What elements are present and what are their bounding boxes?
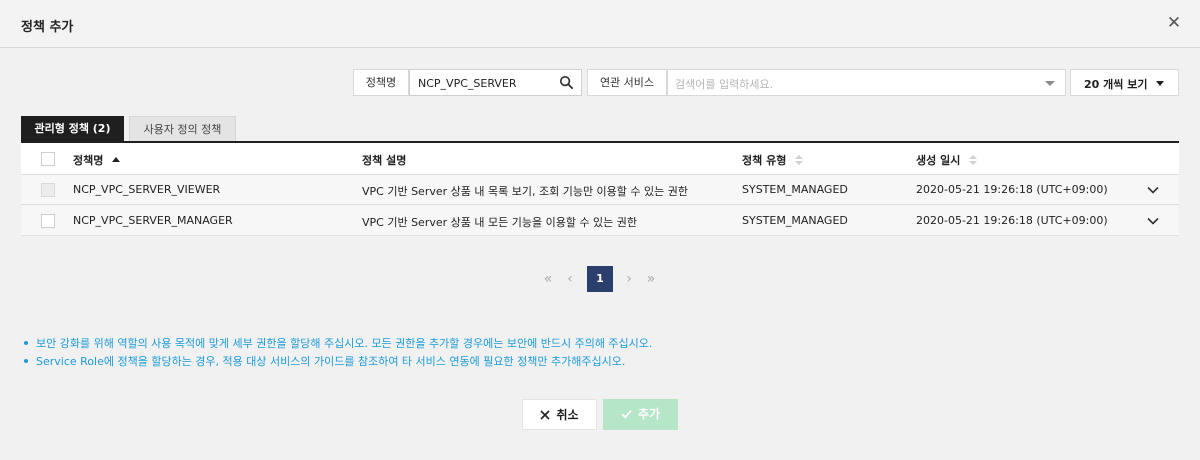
dialog-title: 정책 추가 (21, 20, 74, 35)
policy-type: SYSTEM_MANAGED (742, 214, 848, 227)
page-size-select[interactable]: 20 개씩 보기 (1070, 69, 1179, 96)
add-button[interactable]: 추가 (603, 399, 678, 430)
policy-description: VPC 기반 Server 상품 내 모든 기능을 이용할 수 있는 권한 (362, 216, 638, 229)
bullet-icon (24, 341, 28, 345)
sort-icon (795, 155, 804, 165)
sort-asc-icon (112, 157, 121, 162)
close-icon (540, 410, 551, 420)
policy-name: NCP_VPC_SERVER_VIEWER (73, 183, 221, 196)
current-page-button[interactable]: 1 (587, 266, 613, 292)
tab-managed-policies[interactable]: 관리형 정책 (2) (21, 116, 124, 142)
policy-name: NCP_VPC_SERVER_MANAGER (73, 214, 233, 227)
search-icon[interactable] (559, 75, 574, 90)
policy-created: 2020-05-21 19:26:18 (UTC+09:00) (916, 183, 1108, 196)
tab-custom-policies[interactable]: 사용자 정의 정책 (129, 116, 236, 142)
page-size-label: 20 개씩 보기 (1084, 78, 1148, 91)
column-header-description: 정책 설명 (362, 154, 407, 167)
policy-type: SYSTEM_MANAGED (742, 183, 848, 196)
dropdown-caret-icon (1156, 81, 1164, 86)
policy-name-search-box (409, 69, 582, 96)
policy-created: 2020-05-21 19:26:18 (UTC+09:00) (916, 214, 1108, 227)
next-page-button[interactable]: › (621, 266, 637, 292)
check-icon (621, 409, 632, 419)
column-header-created[interactable]: 생성 일시 (916, 152, 978, 168)
related-service-placeholder: 검색어를 입력하세요. (675, 78, 774, 91)
row-checkbox[interactable] (41, 183, 55, 197)
column-header-name[interactable]: 정책명 (73, 152, 121, 168)
policy-name-label: 정책명 (353, 69, 409, 96)
add-policy-dialog: 정책 추가 ✕ 정책명 연관 서비스 검색어를 입력하세요. 20 개씩 보기 … (0, 0, 1200, 460)
table-header: 정책명 정책 설명 정책 유형 생성 일시 (21, 143, 1179, 175)
column-header-type[interactable]: 정책 유형 (742, 152, 804, 168)
dropdown-caret-icon (1045, 81, 1055, 86)
table-row[interactable]: NCP_VPC_SERVER_MANAGER VPC 기반 Server 상품 … (21, 206, 1179, 236)
table-row[interactable]: NCP_VPC_SERVER_VIEWER VPC 기반 Server 상품 내… (21, 175, 1179, 205)
related-service-select[interactable]: 검색어를 입력하세요. (667, 69, 1066, 96)
policy-description: VPC 기반 Server 상품 내 목록 보기, 조회 기능만 이용할 수 있… (362, 185, 689, 198)
chevron-down-icon[interactable] (1146, 214, 1160, 228)
cancel-button[interactable]: 취소 (522, 399, 597, 430)
related-service-label: 연관 서비스 (587, 69, 667, 96)
select-all-checkbox[interactable] (41, 152, 55, 166)
close-icon[interactable]: ✕ (1164, 13, 1184, 33)
first-page-button[interactable]: « (538, 266, 558, 292)
info-note: 보안 강화를 위해 역할의 사용 목적에 맞게 세부 권한을 할당해 주십시오.… (24, 335, 652, 351)
policy-name-input[interactable] (418, 74, 553, 92)
bullet-icon (24, 359, 28, 363)
dialog-header: 정책 추가 ✕ (0, 0, 1200, 48)
info-note: Service Role에 정책을 할당하는 경우, 적용 대상 서비스의 가이… (24, 353, 625, 369)
sort-icon (969, 155, 978, 165)
last-page-button[interactable]: » (641, 266, 661, 292)
row-checkbox[interactable] (41, 214, 55, 228)
chevron-down-icon[interactable] (1146, 183, 1160, 197)
prev-page-button[interactable]: ‹ (562, 266, 578, 292)
